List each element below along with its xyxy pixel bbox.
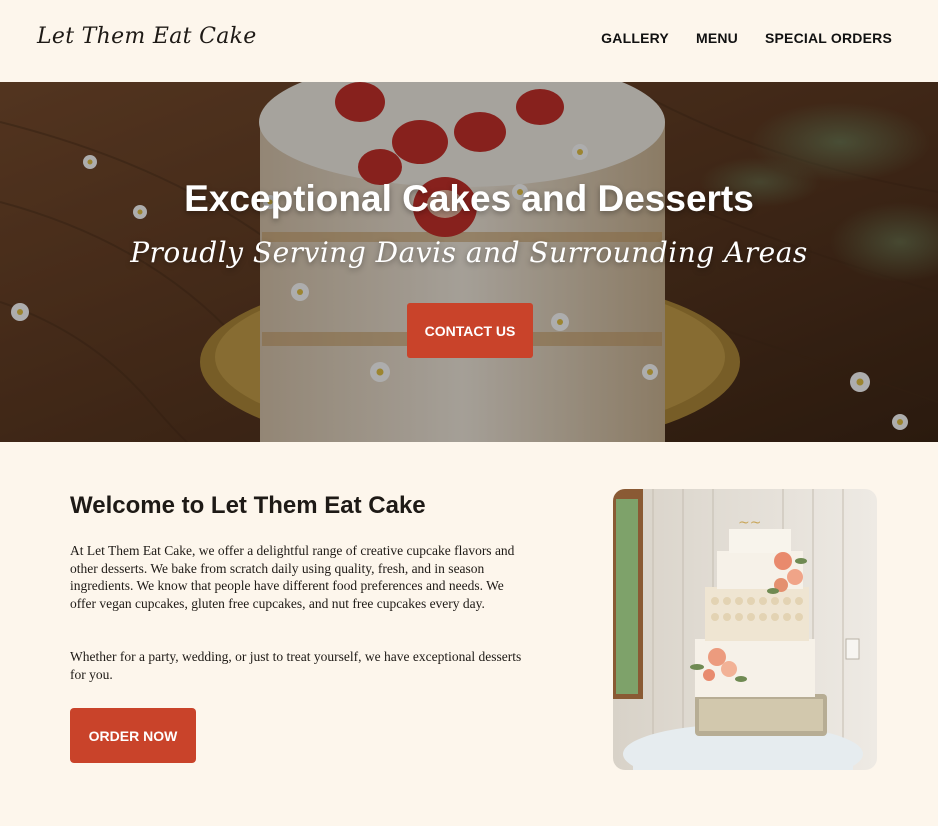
site-logo[interactable]: Let Them Eat Cake	[37, 24, 257, 49]
welcome-paragraph-1: At Let Them Eat Cake, we offer a delight…	[70, 543, 515, 612]
svg-text:~~: ~~	[738, 515, 761, 531]
wedding-cake-image: ~~	[613, 489, 877, 770]
contact-us-button[interactable]: CONTACT US	[407, 303, 533, 358]
hero-title: Exceptional Cakes and Desserts	[184, 178, 754, 219]
welcome-title: Welcome to Let Them Eat Cake	[70, 492, 426, 519]
welcome-paragraph-2: Whether for a party, wedding, or just to…	[70, 649, 522, 682]
nav-menu[interactable]: MENU	[696, 30, 738, 46]
hero-subtitle: Proudly Serving Davis and Surrounding Ar…	[130, 236, 808, 269]
order-now-button[interactable]: ORDER NOW	[70, 708, 196, 763]
site-header: Let Them Eat Cake GALLERY MENU SPECIAL O…	[0, 0, 938, 82]
nav-special-orders[interactable]: SPECIAL ORDERS	[765, 30, 892, 46]
nav-gallery[interactable]: GALLERY	[601, 30, 669, 46]
main-nav: GALLERY MENU SPECIAL ORDERS	[601, 30, 892, 46]
hero-banner: Exceptional Cakes and Desserts Proudly S…	[0, 82, 938, 442]
